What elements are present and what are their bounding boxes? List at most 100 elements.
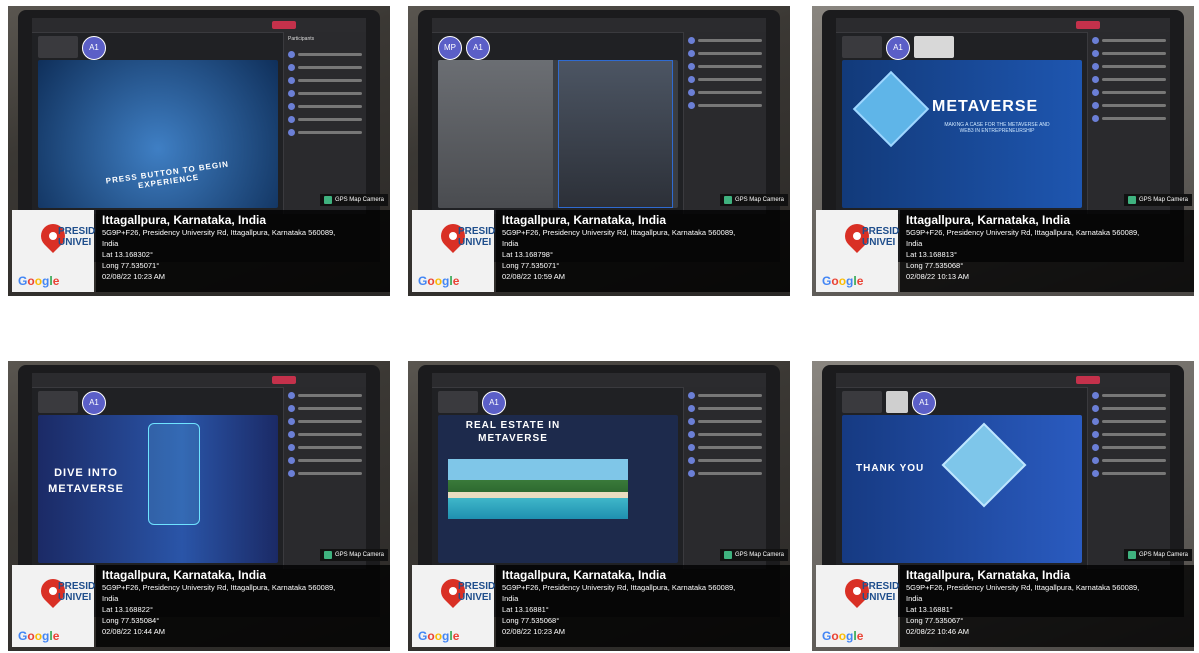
gps-camera-badge: GPS Map Camera bbox=[319, 194, 388, 206]
latitude: Lat 13.168302° bbox=[102, 250, 153, 259]
meeting-titlebar bbox=[836, 373, 1170, 388]
map-thumbnail: PRESID UNIVEI Google bbox=[12, 210, 96, 292]
meeting-titlebar bbox=[836, 18, 1170, 33]
avatar: A1 bbox=[466, 36, 490, 60]
slide-title: REAL ESTATE IN METAVERSE bbox=[465, 420, 561, 444]
gps-camera-icon bbox=[323, 196, 332, 204]
gps-camera-badge: GPS Map Camera bbox=[719, 549, 788, 561]
video-tiles: MP A1 bbox=[438, 36, 490, 60]
shared-slide: PRESS BUTTON TO BEGIN EXPERIENCE bbox=[38, 60, 278, 208]
map-thumbnail: PRESID UNIVEI Google bbox=[12, 565, 96, 647]
slide-beach-image bbox=[448, 459, 628, 519]
google-logo: Google bbox=[418, 274, 460, 288]
slide-title: PRESS BUTTON TO BEGIN EXPERIENCE bbox=[105, 159, 230, 191]
country: India bbox=[502, 239, 519, 248]
meeting-titlebar bbox=[32, 373, 366, 388]
leave-button[interactable] bbox=[1076, 21, 1100, 29]
video-tile bbox=[438, 391, 478, 413]
leave-button[interactable] bbox=[272, 21, 296, 29]
google-logo: Google bbox=[18, 274, 60, 288]
university-logo-text: PRESID UNIVEI bbox=[458, 581, 496, 603]
leave-button[interactable] bbox=[1076, 376, 1100, 384]
address: 5G9P+F26, Presidency University Rd, Itta… bbox=[502, 228, 736, 237]
longitude: Long 77.535084° bbox=[102, 616, 160, 625]
photo-2: MP A1 GPS Map Camera PRESID UNIVEI Google… bbox=[408, 6, 790, 296]
country: India bbox=[906, 594, 923, 603]
shared-slide: METAVERSE MAKING A CASE FOR THE METAVERS… bbox=[842, 60, 1082, 208]
gps-camera-badge: GPS Map Camera bbox=[1123, 549, 1192, 561]
meeting-screen: A1 METAVERSE MAKING A CASE FOR THE METAV… bbox=[836, 18, 1170, 214]
video-tile bbox=[914, 36, 954, 58]
avatar: A1 bbox=[82, 36, 106, 60]
meeting-titlebar bbox=[32, 18, 366, 33]
shared-slide: REAL ESTATE IN METAVERSE bbox=[438, 415, 678, 563]
map-thumbnail: PRESID UNIVEI Google bbox=[412, 210, 495, 292]
video-tile bbox=[38, 36, 78, 58]
meeting-screen: A1 REAL ESTATE IN METAVERSE bbox=[432, 373, 766, 569]
photo-3: A1 METAVERSE MAKING A CASE FOR THE METAV… bbox=[812, 6, 1194, 296]
country: India bbox=[502, 594, 519, 603]
map-thumbnail: PRESID UNIVEI Google bbox=[816, 210, 900, 292]
country: India bbox=[102, 594, 119, 603]
participants-heading: Participants bbox=[288, 36, 315, 42]
latitude: Lat 13.168798° bbox=[502, 250, 553, 259]
leave-button[interactable] bbox=[272, 376, 296, 384]
datetime: 02/08/22 10:13 AM bbox=[906, 272, 969, 281]
gps-camera-icon bbox=[1127, 196, 1136, 204]
longitude: Long 77.535067° bbox=[906, 616, 964, 625]
gps-camera-icon bbox=[323, 551, 332, 559]
university-logo-text: PRESID UNIVEI bbox=[58, 581, 96, 603]
gps-camera-badge: GPS Map Camera bbox=[719, 194, 788, 206]
gps-camera-badge: GPS Map Camera bbox=[319, 549, 388, 561]
longitude: Long 77.535068° bbox=[906, 261, 964, 270]
speaker-video-right bbox=[558, 60, 674, 208]
datetime: 02/08/22 10:23 AM bbox=[102, 272, 165, 281]
map-thumbnail: PRESID UNIVEI Google bbox=[816, 565, 899, 647]
photo-4: A1 DIVE INTO METAVERSE GPS Map Camera PR… bbox=[8, 361, 390, 651]
avatar: MP bbox=[438, 36, 462, 60]
geotag-info: Ittagallpura, Karnataka, India 5G9P+F26,… bbox=[96, 565, 390, 647]
place-name: Ittagallpura, Karnataka, India bbox=[102, 213, 267, 227]
shared-slide: THANK YOU bbox=[842, 415, 1082, 563]
datetime: 02/08/22 10:59 AM bbox=[502, 272, 565, 281]
datetime: 02/08/22 10:46 AM bbox=[906, 627, 969, 636]
gps-camera-icon bbox=[723, 196, 732, 204]
latitude: Lat 13.16881° bbox=[906, 605, 953, 614]
meeting-titlebar bbox=[432, 18, 766, 33]
avatar: A1 bbox=[482, 391, 506, 415]
shared-slide: DIVE INTO METAVERSE bbox=[38, 415, 278, 563]
video-tiles: A1 bbox=[842, 391, 936, 415]
slide-title: THANK YOU bbox=[856, 463, 925, 474]
video-tiles: A1 bbox=[38, 391, 106, 415]
avatar: A1 bbox=[82, 391, 106, 415]
meeting-screen: MP A1 bbox=[432, 18, 766, 214]
gps-camera-badge: GPS Map Camera bbox=[1123, 194, 1192, 206]
address: 5G9P+F26, Presidency University Rd, Itta… bbox=[102, 228, 336, 237]
datetime: 02/08/22 10:44 AM bbox=[102, 627, 165, 636]
google-logo: Google bbox=[418, 629, 460, 643]
slide-graphic bbox=[852, 70, 930, 148]
photo-5: A1 REAL ESTATE IN METAVERSE GPS Map Came… bbox=[408, 361, 790, 651]
video-tiles: A1 bbox=[438, 391, 506, 415]
place-name: Ittagallpura, Karnataka, India bbox=[102, 568, 267, 582]
avatar: A1 bbox=[912, 391, 936, 415]
place-name: Ittagallpura, Karnataka, India bbox=[906, 213, 1071, 227]
video-tiles: A1 bbox=[842, 36, 954, 60]
photo-1: A1 PRESS BUTTON TO BEGIN EXPERIENCE Part… bbox=[8, 6, 390, 296]
address: 5G9P+F26, Presidency University Rd, Itta… bbox=[906, 583, 1140, 592]
place-name: Ittagallpura, Karnataka, India bbox=[906, 568, 1071, 582]
speaker-video-left bbox=[438, 60, 554, 208]
address: 5G9P+F26, Presidency University Rd, Itta… bbox=[502, 583, 736, 592]
participants-panel: Participants bbox=[283, 32, 366, 214]
meeting-screen: A1 THANK YOU bbox=[836, 373, 1170, 569]
university-logo-text: PRESID UNIVEI bbox=[862, 226, 900, 248]
university-logo-text: PRESID UNIVEI bbox=[58, 226, 96, 248]
datetime: 02/08/22 10:23 AM bbox=[502, 627, 565, 636]
country: India bbox=[102, 239, 119, 248]
video-tile bbox=[886, 391, 908, 413]
slide-subtitle: MAKING A CASE FOR THE METAVERSE AND WEB3… bbox=[944, 122, 1050, 134]
place-name: Ittagallpura, Karnataka, India bbox=[502, 213, 667, 227]
participants-panel bbox=[683, 387, 766, 569]
video-tile bbox=[842, 36, 882, 58]
map-thumbnail: PRESID UNIVEI Google bbox=[412, 565, 496, 647]
